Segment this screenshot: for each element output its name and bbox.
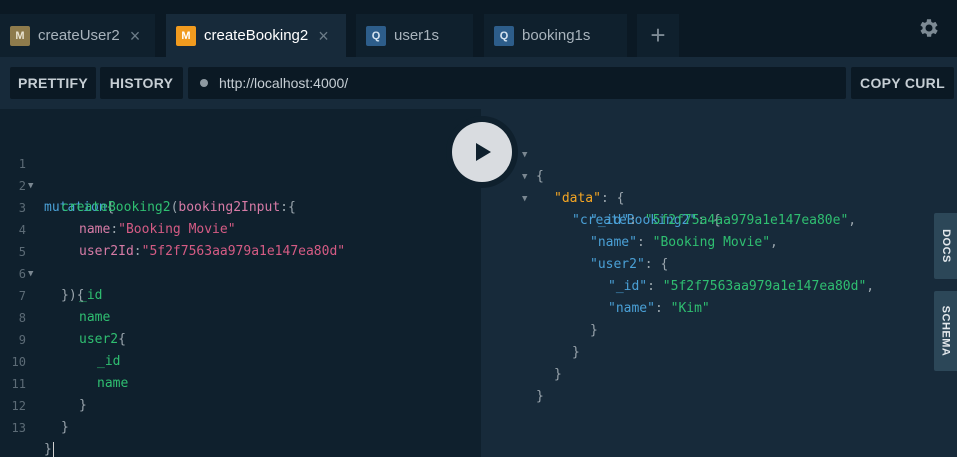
tab-label: booking1s xyxy=(522,27,591,44)
status-dot-icon xyxy=(200,79,208,87)
token: : { xyxy=(600,191,625,206)
result-line: } xyxy=(481,320,580,360)
gear-icon[interactable] xyxy=(917,16,941,40)
history-button[interactable]: HISTORY xyxy=(100,67,183,99)
add-tab-button[interactable]: + xyxy=(637,14,679,57)
query-badge: Q xyxy=(494,25,514,46)
result-viewer: ▼ { ▼ "data": { ▼ "createBooking2": { "_… xyxy=(481,109,957,457)
code-line: 9 _id xyxy=(0,307,481,369)
schema-tab-label: SCHEMA xyxy=(939,305,952,357)
result-line: "user2": { xyxy=(481,232,668,272)
tab-createBooking2[interactable]: M createBooking2 × xyxy=(166,14,346,57)
tab-label: createBooking2 xyxy=(204,27,309,44)
tab-label: user1s xyxy=(394,27,440,44)
copy-curl-button[interactable]: COPY CURL xyxy=(851,67,954,99)
tab-booking1s[interactable]: Q booking1s xyxy=(484,14,627,57)
code-line: 13 } xyxy=(0,395,481,457)
endpoint-url: http://localhost:4000/ xyxy=(219,75,349,91)
caret-down-icon[interactable]: ▼ xyxy=(522,144,527,166)
line-number: 13 xyxy=(11,421,26,435)
token: } xyxy=(61,420,69,435)
code-line: 11 } xyxy=(0,351,481,413)
token: } xyxy=(536,389,544,404)
token: } xyxy=(44,442,52,457)
token: "name" xyxy=(608,301,655,316)
token: , xyxy=(866,279,875,294)
code-line: 3 name:"Booking Movie" xyxy=(0,175,481,237)
schema-tab[interactable]: SCHEMA xyxy=(934,291,957,371)
text-cursor xyxy=(52,441,54,457)
result-line: } xyxy=(481,364,544,404)
result-line: } xyxy=(481,342,562,382)
run-query-button[interactable] xyxy=(446,116,518,188)
result-line: "name": "Kim" xyxy=(481,276,710,316)
close-icon[interactable]: × xyxy=(318,27,329,45)
mutation-badge: M xyxy=(10,25,30,46)
code-line: 10 name xyxy=(0,329,481,391)
query-badge: Q xyxy=(366,25,386,46)
token: "5f2f75a4aa979a1e147ea80e" xyxy=(644,213,849,228)
result-line: "_id": "5f2f75a4aa979a1e147ea80e", xyxy=(481,188,856,228)
tab-user1s[interactable]: Q user1s xyxy=(356,14,473,57)
token: } xyxy=(554,367,562,382)
token: "name" xyxy=(590,235,637,250)
docs-tab-label: DOCS xyxy=(939,229,952,263)
result-line: "_id": "5f2f7563aa979a1e147ea80d", xyxy=(481,254,874,294)
token: , xyxy=(770,235,778,250)
code-line: 8 user2{ xyxy=(0,285,481,347)
code-line: 5 ▼ }){ xyxy=(0,219,481,303)
token: "Booking Movie" xyxy=(652,235,771,250)
tab-bar: M createUser2 × M createBooking2 × Q use… xyxy=(0,0,957,57)
run-button-face xyxy=(452,122,512,182)
caret-down-icon[interactable]: ▼ xyxy=(522,166,527,188)
endpoint-url-input[interactable]: http://localhost:4000/ xyxy=(188,67,846,99)
result-line: "name": "Booking Movie", xyxy=(481,210,778,250)
code-line: 4 user2Id:"5f2f7563aa979a1e147ea80d" xyxy=(0,197,481,259)
toolbar: PRETTIFY HISTORY http://localhost:4000/ … xyxy=(0,57,957,109)
result-line: } xyxy=(481,298,598,338)
token: "5f2f7563aa979a1e147ea80d" xyxy=(662,279,867,294)
query-editor[interactable]: 1 ▼ mutation{ 2 createBooking2(booking2I… xyxy=(0,109,481,457)
token: "data" xyxy=(554,191,601,206)
token: { xyxy=(536,169,544,184)
close-icon[interactable]: × xyxy=(130,27,141,45)
code-line: 12 } xyxy=(0,373,481,435)
caret-down-icon[interactable]: ▼ xyxy=(522,188,527,210)
tab-label: createUser2 xyxy=(38,27,120,44)
token: "_id" xyxy=(590,213,630,228)
token: : { xyxy=(644,257,669,272)
code-line: 2 createBooking2(booking2Input:{ xyxy=(0,153,481,215)
docs-tab[interactable]: DOCS xyxy=(934,213,957,279)
token: : xyxy=(647,279,663,294)
token: } xyxy=(590,323,598,338)
prettify-button[interactable]: PRETTIFY xyxy=(10,67,96,99)
token: : xyxy=(629,213,645,228)
play-icon xyxy=(476,143,491,161)
code-line: 6 _id xyxy=(0,241,481,303)
token: , xyxy=(848,213,857,228)
token: } xyxy=(572,345,580,360)
mutation-badge: M xyxy=(176,25,196,46)
code-line: 7 name xyxy=(0,263,481,325)
token: "_id" xyxy=(608,279,648,294)
token: "user2" xyxy=(590,257,645,272)
tab-createUser2[interactable]: M createUser2 × xyxy=(0,14,155,57)
token: : xyxy=(636,235,653,250)
token: "Kim" xyxy=(670,301,710,316)
token: : xyxy=(654,301,671,316)
code-line: 1 ▼ mutation{ xyxy=(0,131,481,215)
